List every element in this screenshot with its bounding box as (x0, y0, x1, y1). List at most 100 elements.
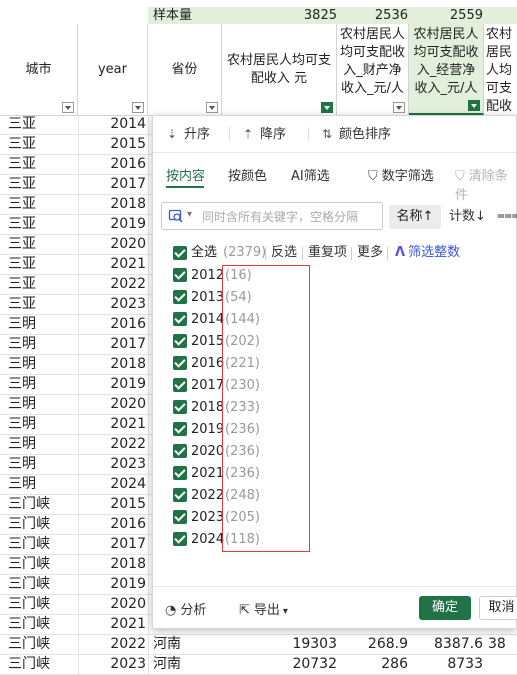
cell-city[interactable]: 三亚 (8, 255, 36, 274)
cell-city[interactable]: 三亚 (8, 155, 36, 174)
cell-city[interactable]: 三门峡 (8, 535, 50, 554)
cell-city[interactable]: 三门峡 (8, 595, 50, 614)
search-mode-chevron-icon[interactable]: ▾ (187, 209, 192, 220)
number-filter-button[interactable]: ⛉ 数字筛选 (368, 165, 434, 184)
filter-active-icon[interactable] (321, 102, 333, 113)
cell-prov[interactable]: 河南 (153, 655, 181, 674)
cell-city[interactable]: 三门峡 (8, 635, 50, 654)
cell-prov[interactable]: 河南 (153, 635, 181, 654)
cell-city[interactable]: 三亚 (8, 235, 36, 254)
list-item[interactable]: 2022 (248) (173, 485, 413, 507)
list-item[interactable]: 2023 (205) (173, 507, 413, 529)
cell-year[interactable]: 2020 (78, 395, 148, 414)
item-checkbox[interactable] (173, 378, 187, 392)
item-checkbox[interactable] (173, 488, 187, 502)
cell-year[interactable]: 2016 (78, 155, 148, 174)
filter-dropdown-icon[interactable] (206, 102, 218, 113)
cell-v1[interactable]: 20732 (222, 655, 337, 674)
cell-year[interactable]: 2022 (78, 275, 148, 294)
header-province[interactable]: 省份 (148, 24, 222, 115)
analyze-button[interactable]: ◔ 分析 (165, 599, 206, 618)
duplicates-button[interactable]: 重复项 (308, 244, 347, 262)
cell-year[interactable]: 2018 (78, 355, 148, 374)
cell-year[interactable]: 2020 (78, 595, 148, 614)
more-button[interactable]: 更多 (357, 244, 383, 262)
list-item[interactable]: 2013 (54) (173, 287, 413, 309)
header-col4[interactable]: 农村居民人均可支配收入_转移净收入_元/人 (484, 24, 517, 115)
list-options-icon[interactable]: ⩶ (497, 208, 517, 223)
sort-asc-button[interactable]: ⇣ 升序 (167, 125, 210, 143)
cell-city[interactable]: 三亚 (8, 195, 36, 214)
cell-city[interactable]: 三明 (8, 435, 36, 454)
search-box[interactable]: ▾ (161, 202, 383, 230)
cell-year[interactable]: 2018 (78, 555, 148, 574)
cell-year[interactable]: 2015 (78, 135, 148, 154)
cell-city[interactable]: 三亚 (8, 215, 36, 234)
export-button[interactable]: ⇱ 导出 ▾ (239, 599, 288, 618)
item-checkbox[interactable] (173, 510, 187, 524)
sort-by-name-button[interactable]: 名称↑ (389, 205, 441, 229)
cell-city[interactable]: 三门峡 (8, 555, 50, 574)
item-checkbox[interactable] (173, 532, 187, 546)
cell-year[interactable]: 2022 (78, 635, 148, 654)
header-col1[interactable]: 农村居民人均可支配收入 元 (222, 24, 337, 115)
list-item[interactable]: 2014 (144) (173, 309, 413, 331)
cell-year[interactable]: 2022 (78, 435, 148, 454)
list-item[interactable]: 2021 (236) (173, 463, 413, 485)
sort-color-button[interactable]: ⇅ 颜色排序 (322, 125, 391, 143)
filter-active-icon[interactable] (468, 100, 480, 111)
filter-dropdown-icon[interactable] (62, 102, 74, 113)
filter-dropdown-icon[interactable] (393, 102, 405, 113)
item-checkbox[interactable] (173, 268, 187, 282)
header-year[interactable]: year (78, 24, 148, 115)
header-city[interactable]: 城市 (0, 24, 78, 115)
cell-city[interactable]: 三明 (8, 355, 36, 374)
cell-year[interactable]: 2021 (78, 255, 148, 274)
cell-year[interactable]: 2019 (78, 575, 148, 594)
cell-city[interactable]: 三门峡 (8, 615, 50, 634)
list-item[interactable]: 2024 (118) (173, 529, 413, 551)
cell-year[interactable]: 2023 (78, 455, 148, 474)
item-checkbox[interactable] (173, 356, 187, 370)
cell-city[interactable]: 三明 (8, 475, 36, 494)
table-row[interactable]: 三门峡 2022 河南 19303 268.9 8387.6 38 (0, 635, 517, 655)
ok-button[interactable]: 确定 (419, 596, 471, 620)
item-checkbox[interactable] (173, 444, 187, 458)
cell-year[interactable]: 2017 (78, 175, 148, 194)
cell-year[interactable]: 2015 (78, 495, 148, 514)
cell-year[interactable]: 2018 (78, 195, 148, 214)
cell-year[interactable]: 2017 (78, 335, 148, 354)
cell-city[interactable]: 三明 (8, 415, 36, 434)
cell-year[interactable]: 2019 (78, 375, 148, 394)
search-input[interactable] (200, 206, 382, 228)
invert-selection-button[interactable]: 反选 (271, 244, 297, 262)
sort-desc-button[interactable]: ⇡ 降序 (243, 125, 286, 143)
cell-year[interactable]: 2020 (78, 235, 148, 254)
cell-year[interactable]: 2014 (78, 115, 148, 134)
cell-year[interactable]: 2016 (78, 315, 148, 334)
item-checkbox[interactable] (173, 312, 187, 326)
cell-city[interactable]: 三门峡 (8, 515, 50, 534)
list-item[interactable]: 2020 (236) (173, 441, 413, 463)
item-checkbox[interactable] (173, 466, 187, 480)
cell-city[interactable]: 三门峡 (8, 495, 50, 514)
header-col2[interactable]: 农村居民人均可支配收入_财产净收入_元/人 (337, 24, 409, 115)
cell-city[interactable]: 三亚 (8, 295, 36, 314)
cell-year[interactable]: 2023 (78, 295, 148, 314)
cell-city[interactable]: 三亚 (8, 115, 36, 134)
cell-v4[interactable] (488, 655, 517, 674)
tab-ai-filter[interactable]: AI筛选 (291, 165, 330, 184)
clear-filter-button[interactable]: ⛉ 清除条件 (455, 165, 516, 203)
tab-by-content[interactable]: 按内容 (166, 165, 205, 184)
item-checkbox[interactable] (173, 290, 187, 304)
list-item[interactable]: 2018 (233) (173, 397, 413, 419)
cell-year[interactable]: 2017 (78, 535, 148, 554)
cell-year[interactable]: 2024 (78, 475, 148, 494)
cell-v1[interactable]: 19303 (222, 635, 337, 654)
cell-city[interactable]: 三亚 (8, 135, 36, 154)
cell-year[interactable]: 2016 (78, 515, 148, 534)
list-item[interactable]: 2015 (202) (173, 331, 413, 353)
table-row[interactable]: 三门峡 2023 河南 20732 286 8733 (0, 655, 517, 675)
cell-year[interactable]: 2019 (78, 215, 148, 234)
cell-city[interactable]: 三明 (8, 395, 36, 414)
